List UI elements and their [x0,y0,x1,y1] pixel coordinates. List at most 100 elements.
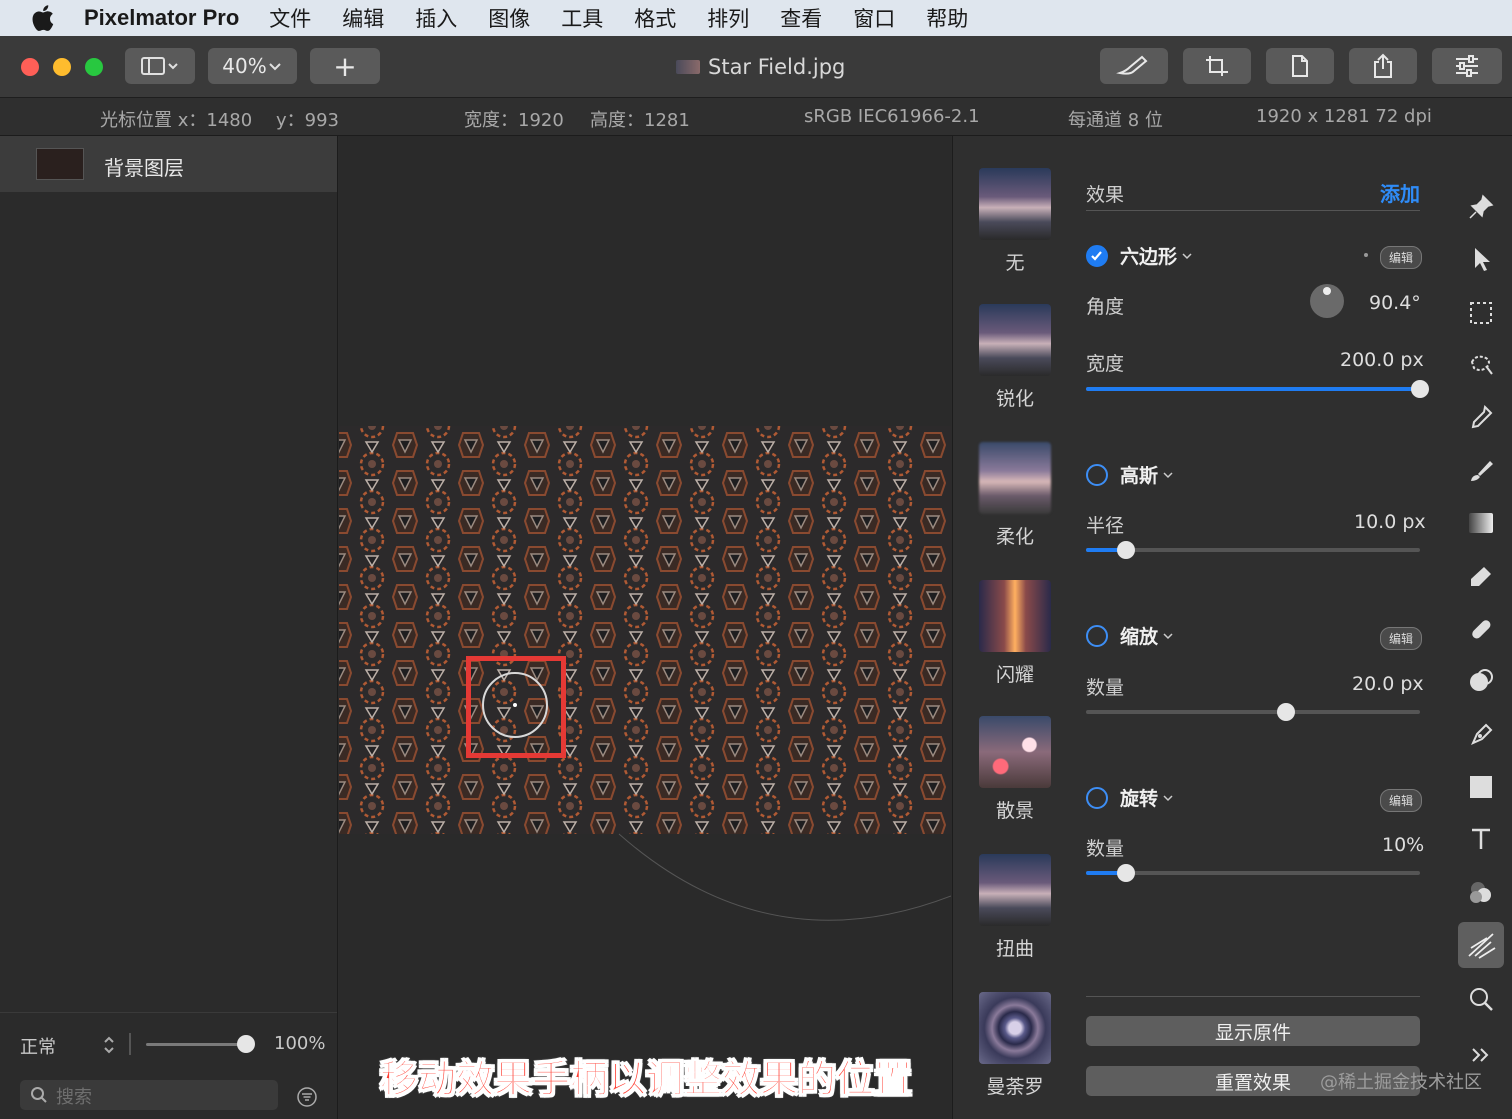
arrange-tool[interactable] [1458,184,1504,230]
adjustments-button[interactable] [1432,48,1502,84]
rectangular-selection-tool[interactable] [1458,290,1504,336]
opacity-slider[interactable] [146,1043,246,1046]
edit-zoom-button[interactable]: 编辑 [1380,627,1423,650]
effect-preset-sharpen[interactable]: 锐化 [979,304,1051,411]
effect-enabled-checkbox[interactable] [1086,624,1108,647]
filter-icon[interactable] [296,1086,318,1108]
effect-label: 锐化 [995,388,1034,410]
minimize-window-button[interactable] [53,58,71,76]
document-button[interactable] [1266,48,1334,84]
search-placeholder: 搜索 [56,1087,92,1108]
handle-center-dot[interactable] [513,703,517,707]
info-bar: 光标位置 x：1480 y：993 宽度：1920 高度：1281 sRGB I… [0,98,1512,136]
slider-knob[interactable] [1411,380,1429,398]
effect-preset-soften[interactable]: 柔化 [979,442,1051,549]
effects-tool[interactable] [1458,922,1504,968]
edit-hexagon-button[interactable]: 编辑 [1380,246,1423,269]
pen-nib-icon [1471,723,1493,745]
effect-preset-bokeh[interactable]: 散景 [979,716,1051,823]
color-circles-icon [1470,882,1491,903]
zoom-tool[interactable] [1458,976,1504,1022]
blend-mode-select[interactable]: 正常 [20,1033,56,1059]
effect-name: 缩放 [1120,626,1159,648]
canvas-area[interactable] [339,136,951,1119]
effect-thumbnail [979,992,1051,1064]
angle-dial[interactable] [1310,284,1344,318]
repair-tool[interactable] [1458,606,1504,652]
effect-hexagon-header[interactable]: 六边形 [1086,242,1193,269]
menu-format[interactable]: 格式 [634,3,676,33]
zoom-window-button[interactable] [85,58,103,76]
stepper-updown-icon[interactable] [102,1035,116,1055]
twirl-amount-slider[interactable] [1086,871,1420,875]
pen-tool[interactable] [1458,712,1504,758]
effect-preset-distort[interactable]: 扭曲 [979,854,1051,961]
layer-search-input[interactable]: 搜索 [20,1080,278,1110]
effect-twirl-header[interactable]: 旋转 [1086,784,1174,811]
effect-enabled-checkbox[interactable] [1086,244,1108,267]
crop-button[interactable] [1183,48,1251,84]
effect-label: 无 [1005,252,1025,274]
add-button[interactable]: + [310,48,380,84]
close-window-button[interactable] [21,58,39,76]
effect-gaussian-header[interactable]: 高斯 [1086,461,1174,488]
effect-thumbnail [979,716,1051,788]
sidebar-icon [141,57,178,75]
effect-preset-none[interactable]: 无 [979,168,1051,275]
effect-label: 柔化 [995,526,1034,548]
slider-knob[interactable] [1117,541,1136,559]
effect-enabled-checkbox[interactable] [1086,463,1108,486]
effect-zoom-header[interactable]: 缩放 [1086,622,1174,649]
type-tool[interactable] [1458,816,1504,862]
retouch-tool-button[interactable] [1100,48,1168,84]
divider [129,1033,131,1055]
zoom-dropdown[interactable]: 40% [208,48,297,84]
menu-app-name[interactable]: Pixelmator Pro [84,5,239,31]
add-effect-button[interactable]: 添加 [1380,178,1420,207]
select-tool[interactable] [1458,236,1504,282]
slider-knob[interactable] [1277,703,1296,721]
effect-enabled-checkbox[interactable] [1086,786,1108,809]
opacity-slider-knob[interactable] [237,1035,255,1053]
radius-slider[interactable] [1086,548,1420,552]
zoom-amount-slider[interactable] [1086,710,1420,714]
slider-knob[interactable] [1117,864,1136,882]
menu-insert[interactable]: 插入 [415,3,457,33]
effect-position-handle[interactable] [482,672,548,738]
show-original-button[interactable]: 显示原件 [1086,1016,1420,1046]
color-picker-tool[interactable] [1458,394,1504,440]
menu-window[interactable]: 窗口 [853,3,895,33]
lasso-icon [1470,355,1493,375]
document-title-text: Star Field.jpg [708,55,846,79]
apple-logo-icon[interactable] [28,2,60,34]
quick-selection-tool[interactable] [1458,342,1504,388]
small-dot-icon [1364,253,1368,257]
shapes-tool[interactable] [1458,764,1504,810]
param-value: 10% [1382,834,1425,856]
menu-help[interactable]: 帮助 [926,3,968,33]
color-adjustments-tool[interactable] [1458,870,1504,916]
menu-file[interactable]: 文件 [269,3,311,33]
clone-tool[interactable] [1458,658,1504,704]
share-button[interactable] [1349,48,1417,84]
watermark: @稀土掘金技术社区 [1320,1072,1482,1093]
pin-icon [1469,194,1494,219]
eraser-icon [1471,567,1491,586]
effect-preset-glow[interactable]: 闪耀 [979,580,1051,687]
sidebar-toggle-button[interactable] [125,48,195,84]
edit-twirl-button[interactable]: 编辑 [1380,789,1423,812]
menu-tools[interactable]: 工具 [561,3,603,33]
gradient-tool[interactable] [1458,500,1504,546]
menu-arrange[interactable]: 排列 [707,3,749,33]
menu-view[interactable]: 查看 [780,3,822,33]
layer-row[interactable]: 背景图层 [0,136,337,192]
effect-preset-mandala[interactable]: 曼荼罗 [979,992,1051,1099]
effects-sparkle-icon [1468,933,1496,959]
menu-image[interactable]: 图像 [488,3,530,33]
menu-edit[interactable]: 编辑 [342,3,384,33]
erase-tool[interactable] [1458,554,1504,600]
layer-name: 背景图层 [104,156,184,180]
opacity-value: 100% [274,1033,326,1054]
paint-tool[interactable] [1458,448,1504,494]
param-value: 20.0 px [1352,673,1424,695]
